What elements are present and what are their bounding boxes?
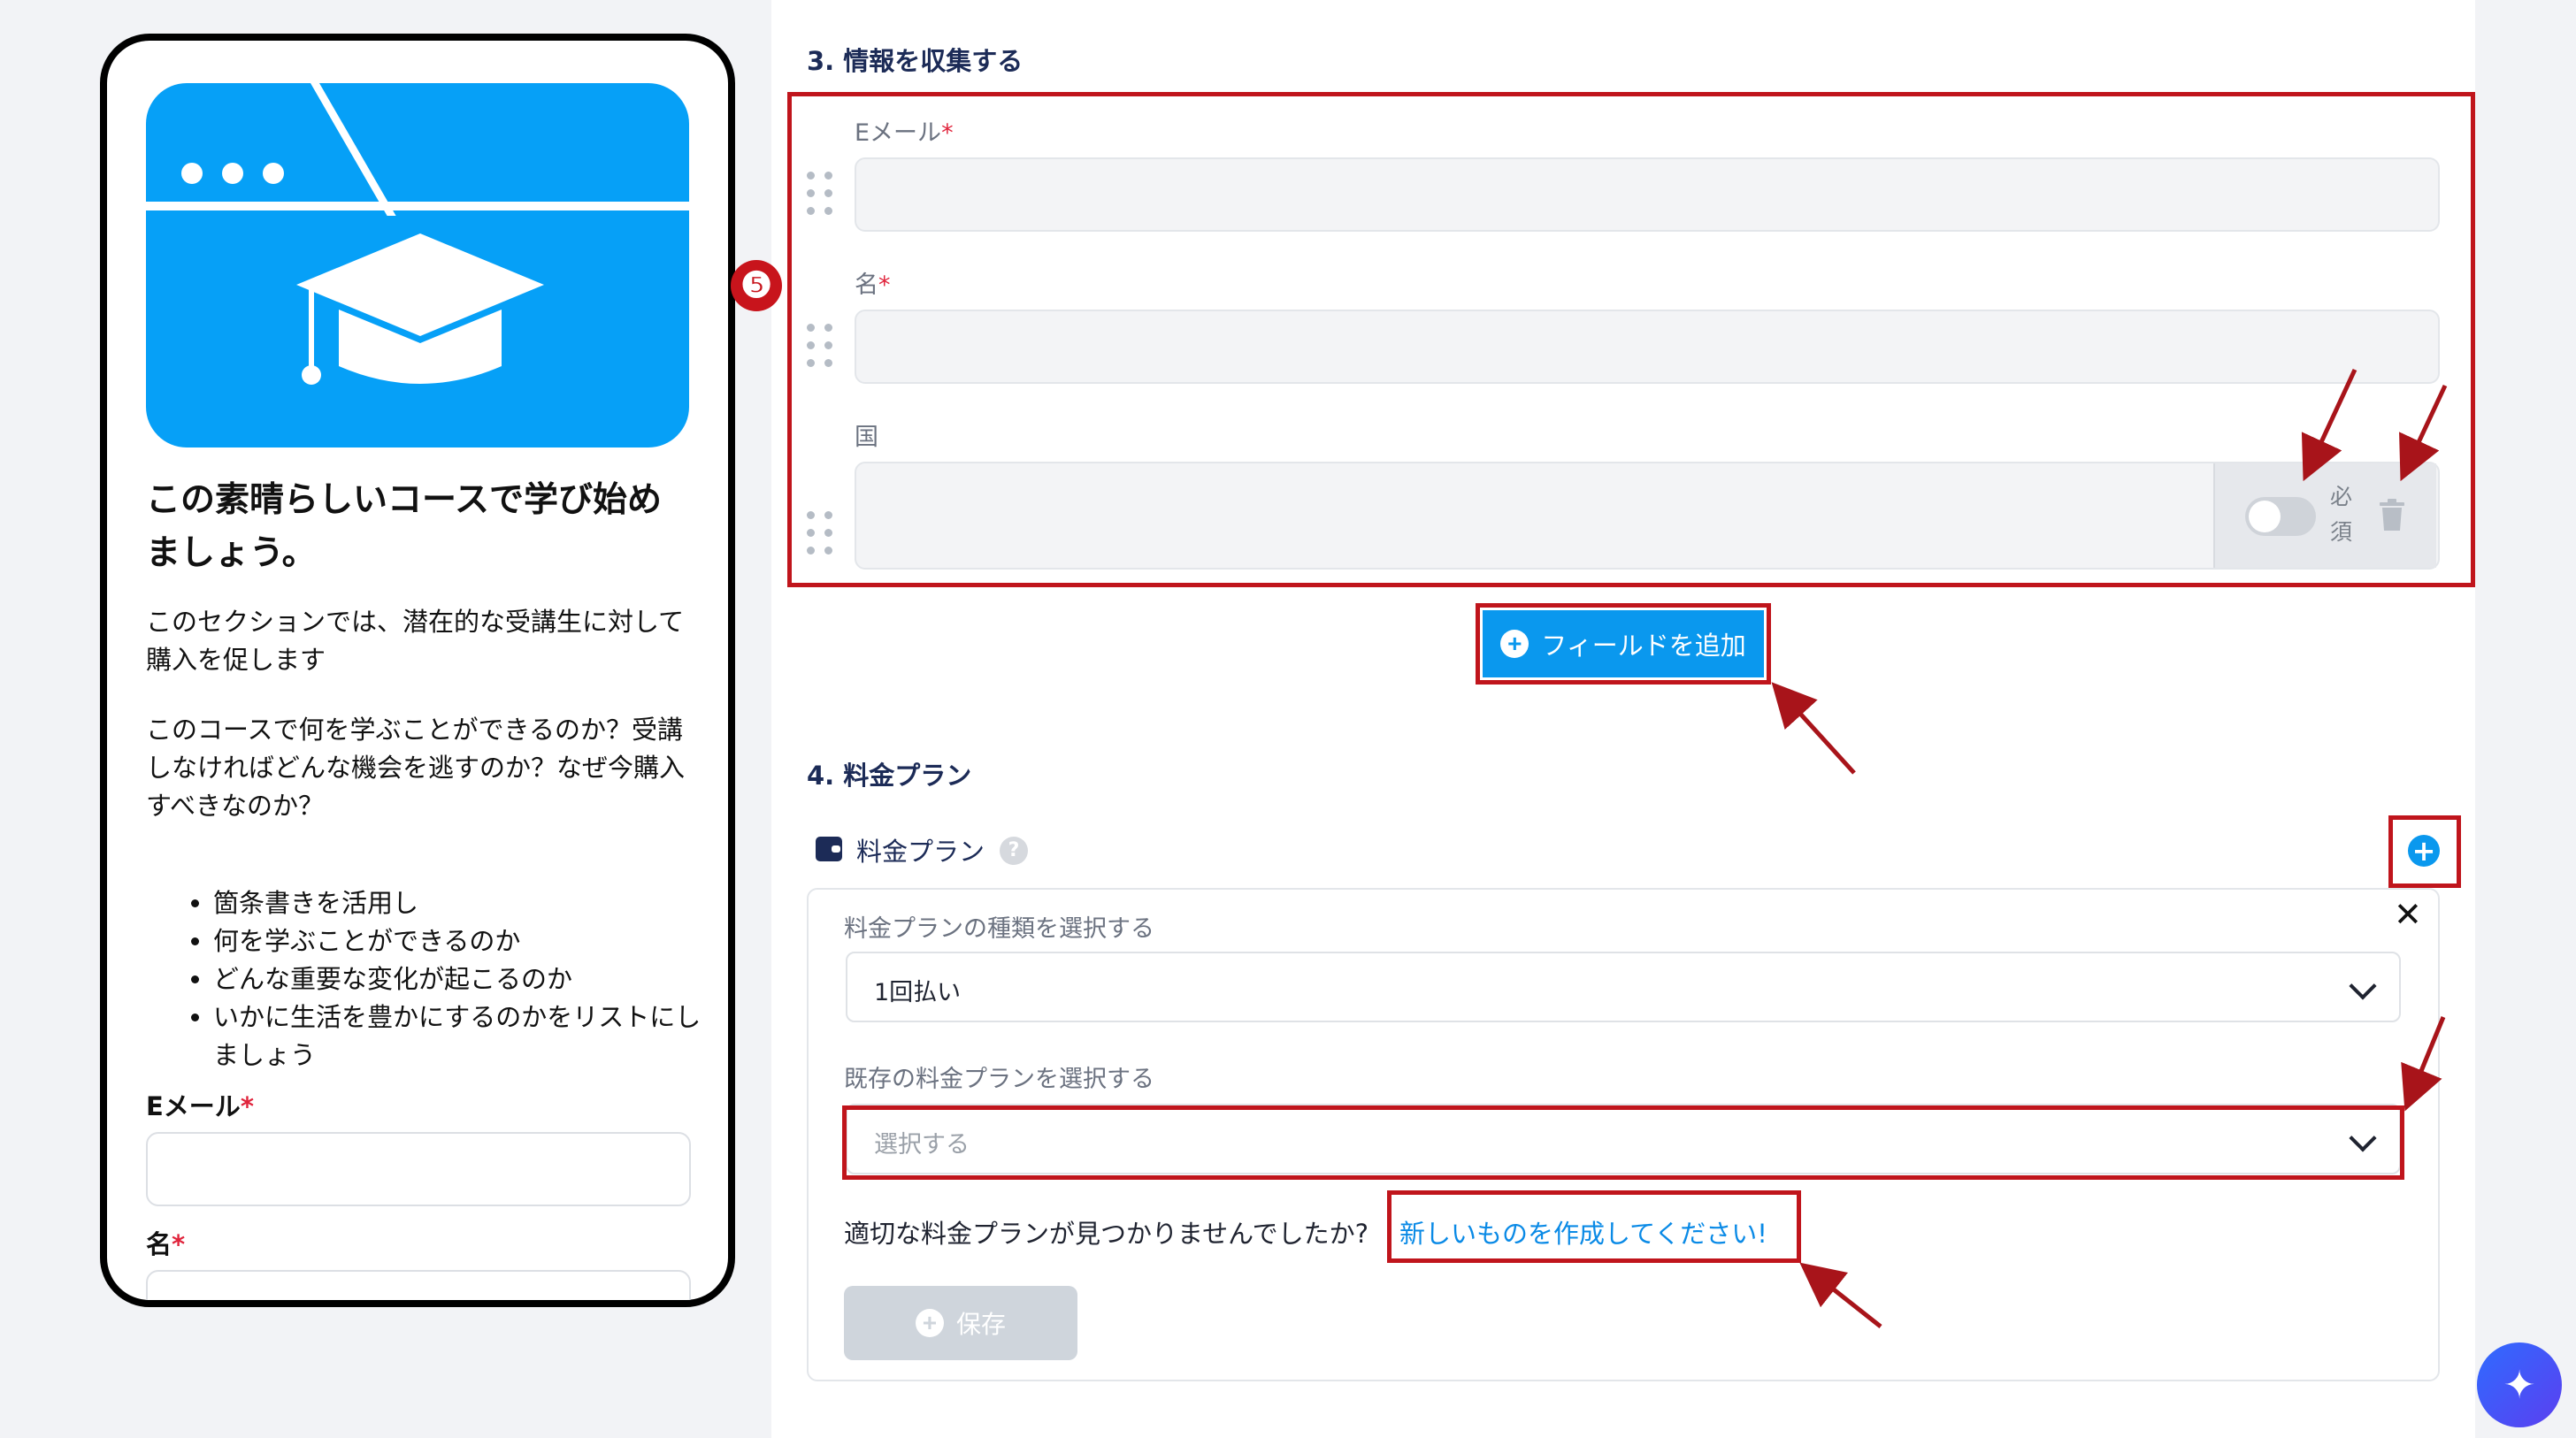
section-title-collect-info: 3. 情報を収集する (807, 46, 1024, 76)
highlight-box-existing-plan (842, 1105, 2404, 1180)
save-label: 保存 (955, 1311, 1006, 1338)
list-item: 何を学ぶことができるのか (213, 922, 709, 960)
highlight-box-fields (787, 92, 2475, 587)
window-dot (181, 163, 203, 184)
existing-plan-label: 既存の料金プランを選択する (844, 1066, 1154, 1093)
save-button[interactable]: + 保存 (844, 1286, 1077, 1360)
highlight-box-create-link (1387, 1190, 1801, 1263)
list-item: どんな重要な変化が起こるのか (213, 960, 709, 998)
window-dot (263, 163, 284, 184)
preview-bullet-list: 箇条書きを活用し 何を学ぶことができるのか どんな重要な変化が起こるのか いかに… (213, 884, 709, 1075)
close-icon[interactable]: ✕ (2394, 895, 2422, 934)
plus-circle-icon: + (915, 1309, 944, 1337)
pricing-plan-label: 料金プラン (856, 837, 985, 867)
plan-type-label: 料金プランの種類を選択する (844, 915, 1154, 943)
highlight-box-add-field (1476, 603, 1771, 685)
list-item: 箇条書きを活用し (213, 884, 709, 922)
window-tab-divider (310, 83, 396, 216)
preview-name-input[interactable] (146, 1270, 691, 1300)
help-icon[interactable]: ? (1000, 837, 1028, 865)
chevron-down-icon (2349, 972, 2377, 1000)
preview-paragraph: このセクションでは、潜在的な受講生に対して購入を促します (146, 607, 685, 675)
plan-not-found-text: 適切な料金プランが見つかりませんでしたか? (844, 1219, 1369, 1249)
preview-title: この素晴らしいコースで学び始めましょう。 (146, 480, 663, 573)
sparkle-icon[interactable]: ✦ (2477, 1342, 2562, 1427)
preview-name-label: 名* (146, 1229, 186, 1259)
plan-type-select[interactable]: 1回払い (846, 952, 2401, 1022)
mobile-preview: この素晴らしいコースで学び始めましょう。 このセクションでは、潜在的な受講生に対… (100, 34, 735, 1307)
section-title-pricing: 4. 料金プラン (807, 761, 972, 791)
step-badge: ❺ (731, 260, 782, 311)
graduation-cap-icon (296, 233, 544, 385)
plan-type-value: 1回払い (874, 979, 962, 1006)
window-dot (222, 163, 243, 184)
preview-paragraph: このコースで何を学ぶことができるのか？受講しなければどんな機会を逃すのか？なぜ今… (146, 715, 686, 821)
hero-image (146, 83, 689, 447)
preview-email-input[interactable] (146, 1132, 691, 1206)
highlight-box-add-plan (2388, 815, 2461, 888)
preview-email-label: Eメール* (146, 1091, 254, 1121)
window-header-line (146, 202, 689, 210)
wallet-icon (816, 837, 842, 861)
list-item: いかに生活を豊かにするのかをリストにしましょう (213, 998, 709, 1075)
